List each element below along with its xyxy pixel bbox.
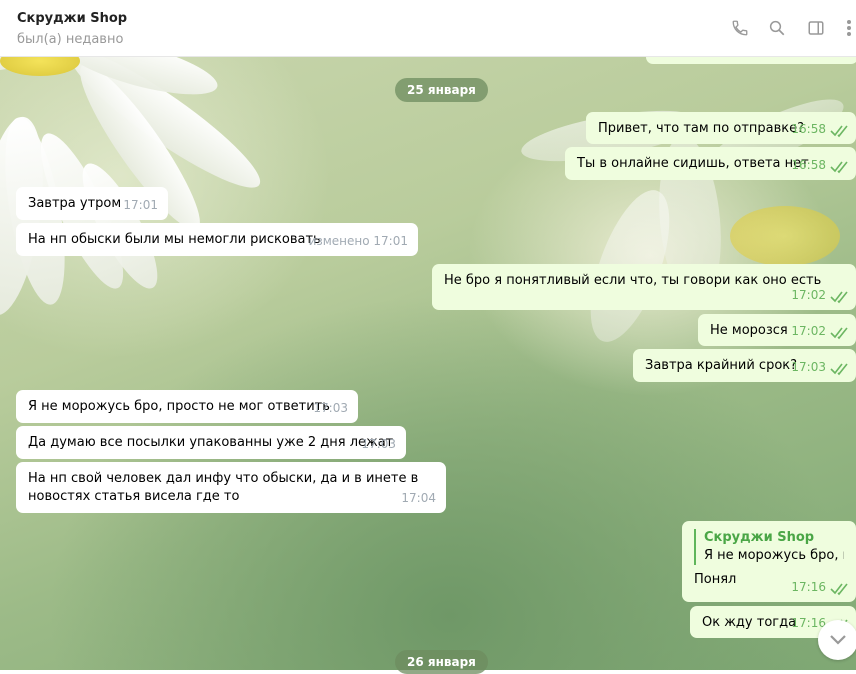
message-time: 17:03	[313, 401, 348, 415]
message-text: Привет, что там по отправке?	[598, 121, 805, 136]
message-bubble[interactable]: На нп обыски были мы немогли рисковать и…	[16, 223, 418, 256]
reply-quote[interactable]: Скруджи Shop Я не морожусь бро, п...	[694, 529, 844, 565]
message-text: Завтра утром	[28, 196, 122, 211]
message-text: Ты в онлайне сидишь, ответа нет	[577, 156, 809, 171]
message-time: 17:04	[401, 491, 436, 505]
message-bubble[interactable]: На нп свой человек дал инфу что обыски, …	[16, 462, 446, 513]
scroll-down-button[interactable]	[818, 620, 856, 660]
date-separator: 25 января	[395, 78, 488, 102]
message-bubble[interactable]: Не бро я понятливый если что, ты говори …	[432, 264, 856, 310]
message-bubble-reply[interactable]: Скруджи Shop Я не морожусь бро, п... Пон…	[682, 521, 856, 602]
double-check-icon	[830, 363, 848, 376]
message-bubble[interactable]: Завтра крайний срок? 17:03	[633, 349, 856, 382]
double-check-icon	[830, 583, 848, 596]
message-text: Ок жду тогда	[702, 615, 797, 630]
date-separator: 26 января	[395, 650, 488, 674]
message-time: 16:58	[791, 158, 826, 172]
chevron-down-icon	[830, 635, 846, 645]
message-bubble[interactable]: Да думаю все посылки упакованны уже 2 дн…	[16, 426, 406, 459]
phone-icon[interactable]	[729, 17, 751, 39]
message-bubble[interactable]: Ты в онлайне сидишь, ответа нет 16:58	[565, 147, 856, 180]
double-check-icon	[830, 291, 848, 304]
message-time: 17:02	[791, 324, 826, 338]
message-bubble[interactable]: Не морозся 17:02	[698, 314, 856, 346]
search-icon[interactable]	[766, 17, 788, 39]
message-bubble[interactable]: Я не морожусь бро, просто не мог ответит…	[16, 390, 358, 423]
chat-title[interactable]: Скруджи Shop	[17, 11, 127, 26]
message-text: Понял	[694, 572, 737, 587]
double-check-icon	[830, 161, 848, 174]
reply-author: Скруджи Shop	[704, 530, 815, 545]
reply-text: Я не морожусь бро, п...	[704, 548, 844, 563]
message-time: изменено 17:01	[308, 234, 408, 248]
more-icon[interactable]	[843, 17, 855, 39]
chat-header: Скруджи Shop был(а) недавно	[0, 0, 856, 57]
message-bubble[interactable]: Завтра утром 17:01	[16, 187, 168, 220]
double-check-icon	[830, 327, 848, 340]
message-text: Я не морожусь бро, просто не мог ответит…	[28, 399, 330, 414]
message-text: Не бро я понятливый если что, ты говори …	[444, 273, 822, 288]
message-time: 16:58	[791, 122, 826, 136]
message-text: Не морозся	[710, 323, 788, 338]
message-time: 17:03	[361, 437, 396, 451]
double-check-icon	[830, 125, 848, 138]
sidebar-icon[interactable]	[805, 17, 827, 39]
message-text: Да думаю все посылки упакованны уже 2 дн…	[28, 435, 394, 450]
message-text-line1: На нп свой человек дал инфу что обыски, …	[28, 471, 419, 486]
message-text: Завтра крайний срок?	[645, 358, 798, 373]
message-time: 17:03	[791, 360, 826, 374]
message-text: На нп обыски были мы немогли рисковать	[28, 232, 321, 247]
message-time: 17:02	[791, 288, 826, 302]
chat-status: был(а) недавно	[17, 32, 124, 47]
message-text-line2: новостях статья висела где то	[28, 489, 240, 504]
message-time: 17:16	[791, 580, 826, 594]
message-bubble[interactable]: Привет, что там по отправке? 16:58	[586, 112, 856, 144]
message-time: 17:01	[123, 198, 158, 212]
